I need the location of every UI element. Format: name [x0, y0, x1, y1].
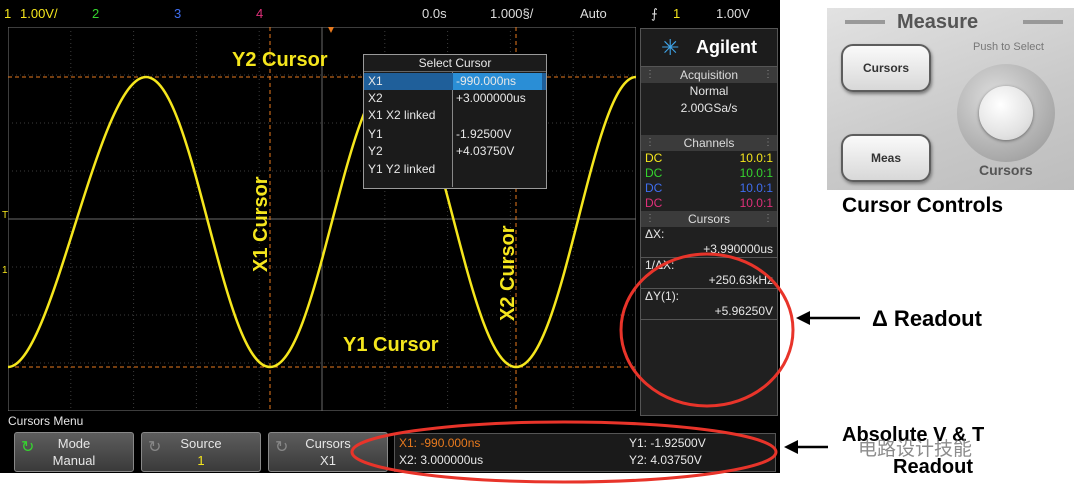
- delta-readout-ellipse: [619, 252, 795, 408]
- measure-rule-left: [845, 20, 885, 24]
- push-hint: Push to Select: [973, 41, 1044, 53]
- meas-hw-button[interactable]: Meas: [841, 134, 931, 182]
- cursor-controls-caption: Cursor Controls: [842, 194, 1004, 217]
- watermark: 电路设计技能: [858, 438, 973, 460]
- delta-arrow-head: [796, 311, 810, 325]
- measure-title: Measure: [897, 11, 979, 33]
- cursors-knob-ring[interactable]: [957, 64, 1055, 162]
- cursors-knob[interactable]: [979, 86, 1033, 140]
- front-panel-photo: Measure Push to Select Cursors Meas Curs…: [827, 8, 1074, 190]
- absolute-readout-ellipse: [350, 420, 778, 484]
- measure-rule-right: [1023, 20, 1063, 24]
- delta-readout-caption: Δ Readout: [872, 306, 982, 331]
- knob-label: Cursors: [979, 162, 1033, 178]
- cursors-hw-button[interactable]: Cursors: [841, 44, 931, 92]
- absolute-arrow-head: [784, 440, 798, 454]
